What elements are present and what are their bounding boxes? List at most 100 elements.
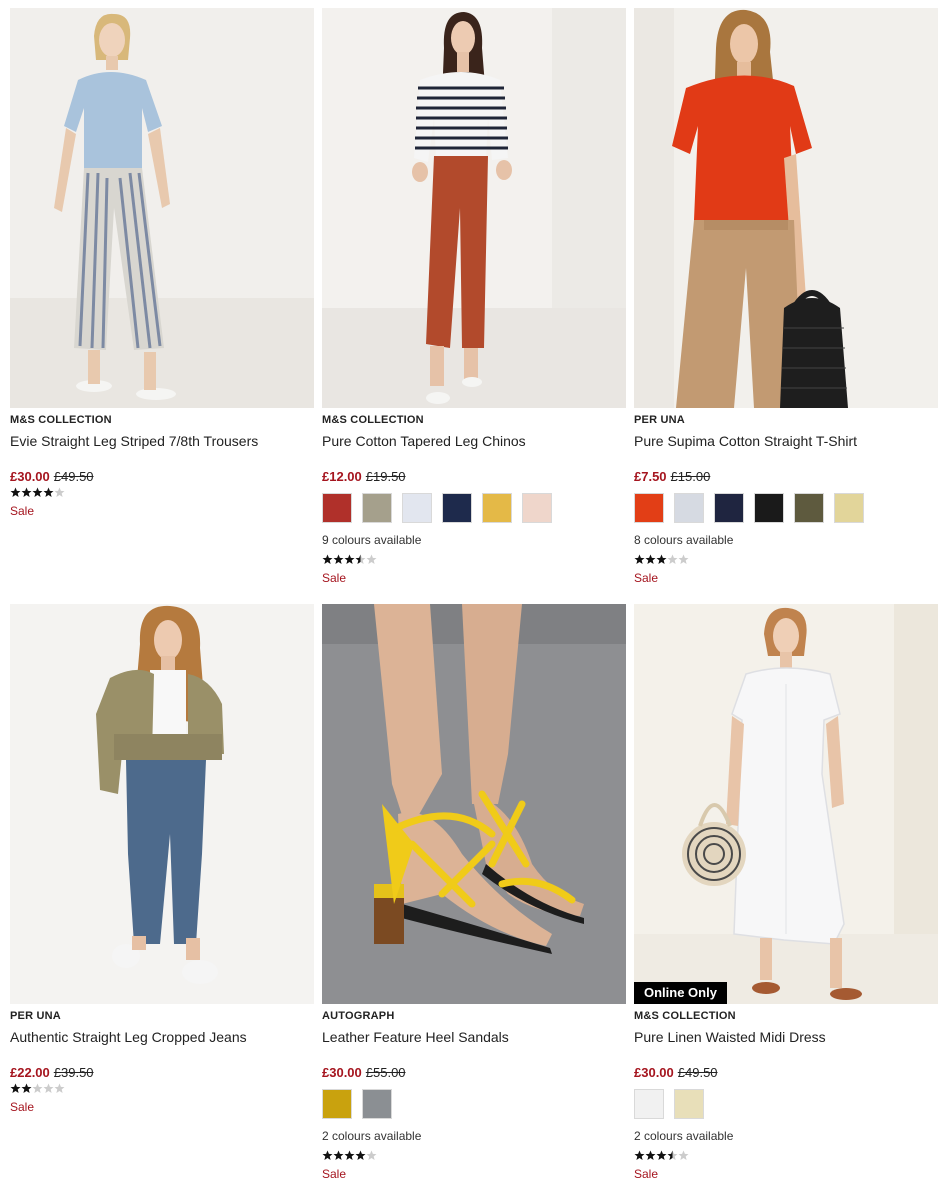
star-rating [322,1150,626,1162]
product-card[interactable]: Online Only M&S COLLECTION Pure Linen Wa… [634,604,938,1200]
product-price: £12.00 £19.50 [322,469,626,485]
star-rating [634,554,938,566]
star-rating [10,487,314,499]
colour-swatch[interactable] [674,493,704,523]
sale-label: Sale [322,571,347,585]
colour-swatches [322,493,626,523]
product-brand: M&S COLLECTION [634,1010,736,1022]
sale-label: Sale [10,1100,35,1114]
star-icon [667,1150,678,1160]
colour-swatch[interactable] [794,493,824,523]
price-was: £39.50 [53,1065,94,1080]
colour-swatch[interactable] [442,493,472,523]
product-photo [10,8,314,408]
colour-swatch[interactable] [674,1089,704,1119]
product-photo [322,8,626,408]
star-icon [43,1083,54,1093]
colour-swatch[interactable] [402,493,432,523]
star-icon [678,1150,689,1160]
star-icon [366,554,377,564]
price-was: £19.50 [365,469,406,484]
product-brand: PER UNA [634,414,685,426]
star-icon [21,487,32,497]
star-rating [634,1150,938,1162]
colour-swatch[interactable] [834,493,864,523]
colour-swatch[interactable] [754,493,784,523]
star-icon [656,554,667,564]
star-icon [10,1083,21,1093]
sale-label: Sale [322,1167,347,1181]
online-only-badge: Online Only [634,982,727,1004]
product-card[interactable]: M&S COLLECTION Pure Cotton Tapered Leg C… [322,8,626,604]
star-icon [322,1150,333,1160]
star-icon [344,1150,355,1160]
colour-swatch[interactable] [522,493,552,523]
product-title-link[interactable]: Pure Cotton Tapered Leg Chinos [322,432,626,450]
product-image[interactable] [322,8,626,408]
product-title-link[interactable]: Evie Straight Leg Striped 7/8th Trousers [10,432,314,450]
colour-swatch[interactable] [482,493,512,523]
colour-swatch[interactable] [322,493,352,523]
product-brand: M&S COLLECTION [10,414,112,426]
product-price: £7.50 £15.00 [634,469,938,485]
price-was: £49.50 [677,1065,718,1080]
product-price: £30.00 £49.50 [634,1065,938,1081]
colour-swatch[interactable] [634,1089,664,1119]
sale-label: Sale [634,1167,659,1181]
product-card[interactable]: PER UNA Pure Supima Cotton Straight T-Sh… [634,8,938,604]
product-image[interactable] [10,604,314,1004]
product-image[interactable] [10,8,314,408]
product-title-link[interactable]: Authentic Straight Leg Cropped Jeans [10,1028,314,1046]
colours-available: 2 colours available [322,1129,422,1143]
product-image[interactable] [634,8,938,408]
star-icon [32,1083,43,1093]
product-brand: AUTOGRAPH [322,1010,395,1022]
colour-swatch[interactable] [322,1089,352,1119]
price-now: £22.00 [10,1065,50,1080]
colour-swatches [322,1089,626,1119]
star-icon [21,1083,32,1093]
colours-available: 9 colours available [322,533,422,547]
star-icon [678,554,689,564]
star-icon [667,554,678,564]
product-photo [634,8,938,408]
price-now: £30.00 [322,1065,362,1080]
product-grid: M&S COLLECTION Evie Straight Leg Striped… [10,8,938,1200]
product-card[interactable]: M&S COLLECTION Evie Straight Leg Striped… [10,8,314,604]
product-card[interactable]: PER UNA Authentic Straight Leg Cropped J… [10,604,314,1200]
product-photo [10,604,314,1004]
product-brand: M&S COLLECTION [322,414,424,426]
star-icon [333,1150,344,1160]
product-brand: PER UNA [10,1010,61,1022]
star-icon [645,1150,656,1160]
product-image[interactable]: Online Only [634,604,938,1004]
star-icon [366,1150,377,1160]
colour-swatch[interactable] [714,493,744,523]
price-now: £30.00 [10,469,50,484]
colour-swatches [634,1089,938,1119]
star-icon [54,487,65,497]
price-now: £7.50 [634,469,667,484]
colour-swatch[interactable] [634,493,664,523]
star-icon [32,487,43,497]
colours-available: 2 colours available [634,1129,734,1143]
product-title-link[interactable]: Pure Linen Waisted Midi Dress [634,1028,938,1046]
price-was: £55.00 [365,1065,406,1080]
star-icon [54,1083,65,1093]
product-title-link[interactable]: Leather Feature Heel Sandals [322,1028,626,1046]
star-icon [634,1150,645,1160]
star-icon [333,554,344,564]
product-title-link[interactable]: Pure Supima Cotton Straight T-Shirt [634,432,938,450]
price-now: £30.00 [634,1065,674,1080]
sale-label: Sale [10,504,35,518]
price-now: £12.00 [322,469,362,484]
product-image[interactable] [322,604,626,1004]
colour-swatch[interactable] [362,1089,392,1119]
star-icon [645,554,656,564]
colour-swatch[interactable] [362,493,392,523]
product-card[interactable]: AUTOGRAPH Leather Feature Heel Sandals £… [322,604,626,1200]
star-icon [355,1150,366,1160]
product-price: £30.00 £49.50 [10,469,314,485]
star-rating [10,1083,314,1095]
star-icon [43,487,54,497]
